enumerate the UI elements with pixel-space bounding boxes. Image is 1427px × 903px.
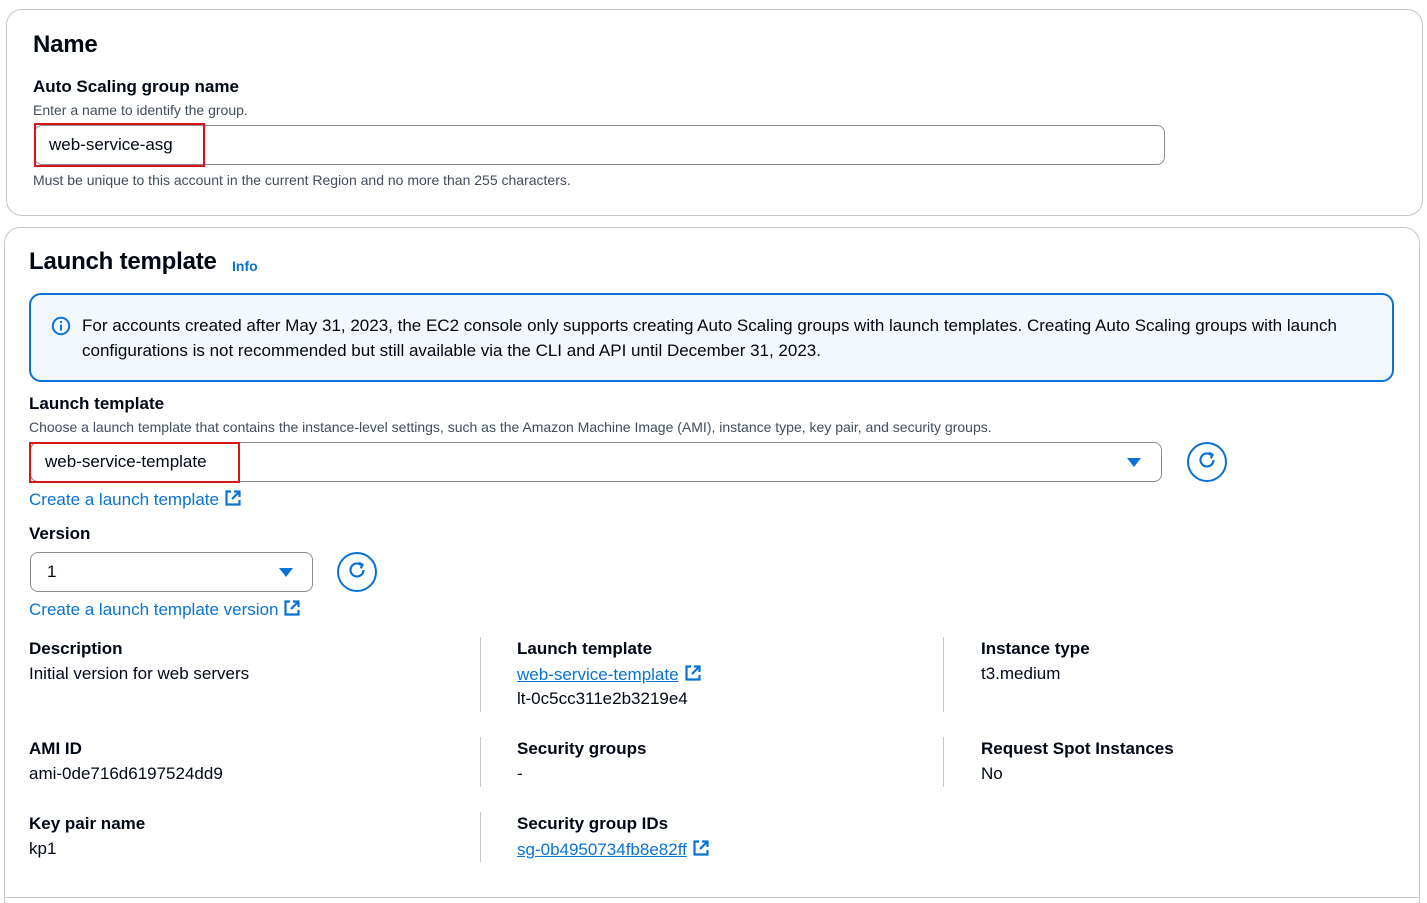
ami-id-value: ami-0de716d6197524dd9 — [29, 764, 223, 783]
request-spot-label: Request Spot Instances — [981, 739, 1174, 758]
caret-down-icon — [1127, 458, 1141, 467]
launch-template-id: lt-0c5cc311e2b3219e4 — [517, 689, 688, 708]
create-launch-template-link-label: Create a launch template — [29, 490, 219, 509]
refresh-icon — [346, 559, 368, 586]
security-groups-value: - — [517, 764, 523, 783]
column-divider — [480, 637, 481, 712]
version-label: Version — [29, 524, 91, 543]
key-pair-value: kp1 — [29, 839, 57, 858]
highlight-box-template — [29, 442, 240, 483]
asg-name-constraint: Must be unique to this account in the cu… — [33, 172, 571, 188]
description-label: Description — [29, 639, 123, 658]
info-alert: For accounts created after May 31, 2023,… — [29, 293, 1394, 382]
column-divider — [480, 812, 481, 862]
create-template-version-link[interactable]: Create a launch template version — [29, 599, 301, 622]
alert-message: For accounts created after May 31, 2023,… — [82, 316, 1337, 360]
security-group-id-link[interactable]: sg-0b4950734fb8e82ff — [517, 839, 710, 862]
launch-template-section-title: Launch template — [29, 248, 217, 275]
info-link[interactable]: Info — [232, 258, 258, 274]
column-divider — [480, 737, 481, 787]
asg-name-label: Auto Scaling group name — [33, 77, 239, 96]
refresh-templates-button[interactable] — [1187, 442, 1227, 482]
column-divider — [943, 737, 944, 787]
launch-template-detail-label: Launch template — [517, 639, 653, 658]
description-value: Initial version for web servers — [29, 664, 250, 683]
asg-name-description: Enter a name to identify the group. — [33, 102, 248, 118]
highlight-box-name — [34, 123, 205, 167]
external-link-icon — [224, 489, 242, 512]
instance-type-label: Instance type — [981, 639, 1090, 658]
info-circle-icon — [51, 316, 71, 341]
version-select[interactable]: 1 — [30, 552, 313, 592]
create-launch-template-link[interactable]: Create a launch template — [29, 489, 242, 512]
external-link-icon — [283, 599, 301, 622]
name-section-title: Name — [33, 31, 98, 58]
launch-template-label: Launch template — [29, 394, 165, 413]
security-groups-label: Security groups — [517, 739, 647, 758]
launch-template-detail-link[interactable]: web-service-template — [517, 664, 702, 687]
launch-template-description: Choose a launch template that contains t… — [29, 419, 992, 435]
request-spot-value: No — [981, 764, 1003, 783]
security-group-ids-label: Security group IDs — [517, 814, 669, 833]
security-group-id-link-label: sg-0b4950734fb8e82ff — [517, 840, 687, 859]
caret-down-icon — [279, 568, 293, 577]
refresh-icon — [1196, 449, 1218, 476]
key-pair-label: Key pair name — [29, 814, 146, 833]
column-divider — [943, 637, 944, 712]
section-divider — [5, 897, 1419, 898]
external-link-icon — [684, 664, 702, 687]
refresh-versions-button[interactable] — [337, 552, 377, 592]
external-link-icon — [692, 839, 710, 862]
instance-type-value: t3.medium — [981, 664, 1061, 683]
launch-template-detail-link-label: web-service-template — [517, 665, 679, 684]
version-selected-value: 1 — [47, 562, 57, 581]
create-template-version-link-label: Create a launch template version — [29, 600, 279, 619]
ami-id-label: AMI ID — [29, 739, 82, 758]
